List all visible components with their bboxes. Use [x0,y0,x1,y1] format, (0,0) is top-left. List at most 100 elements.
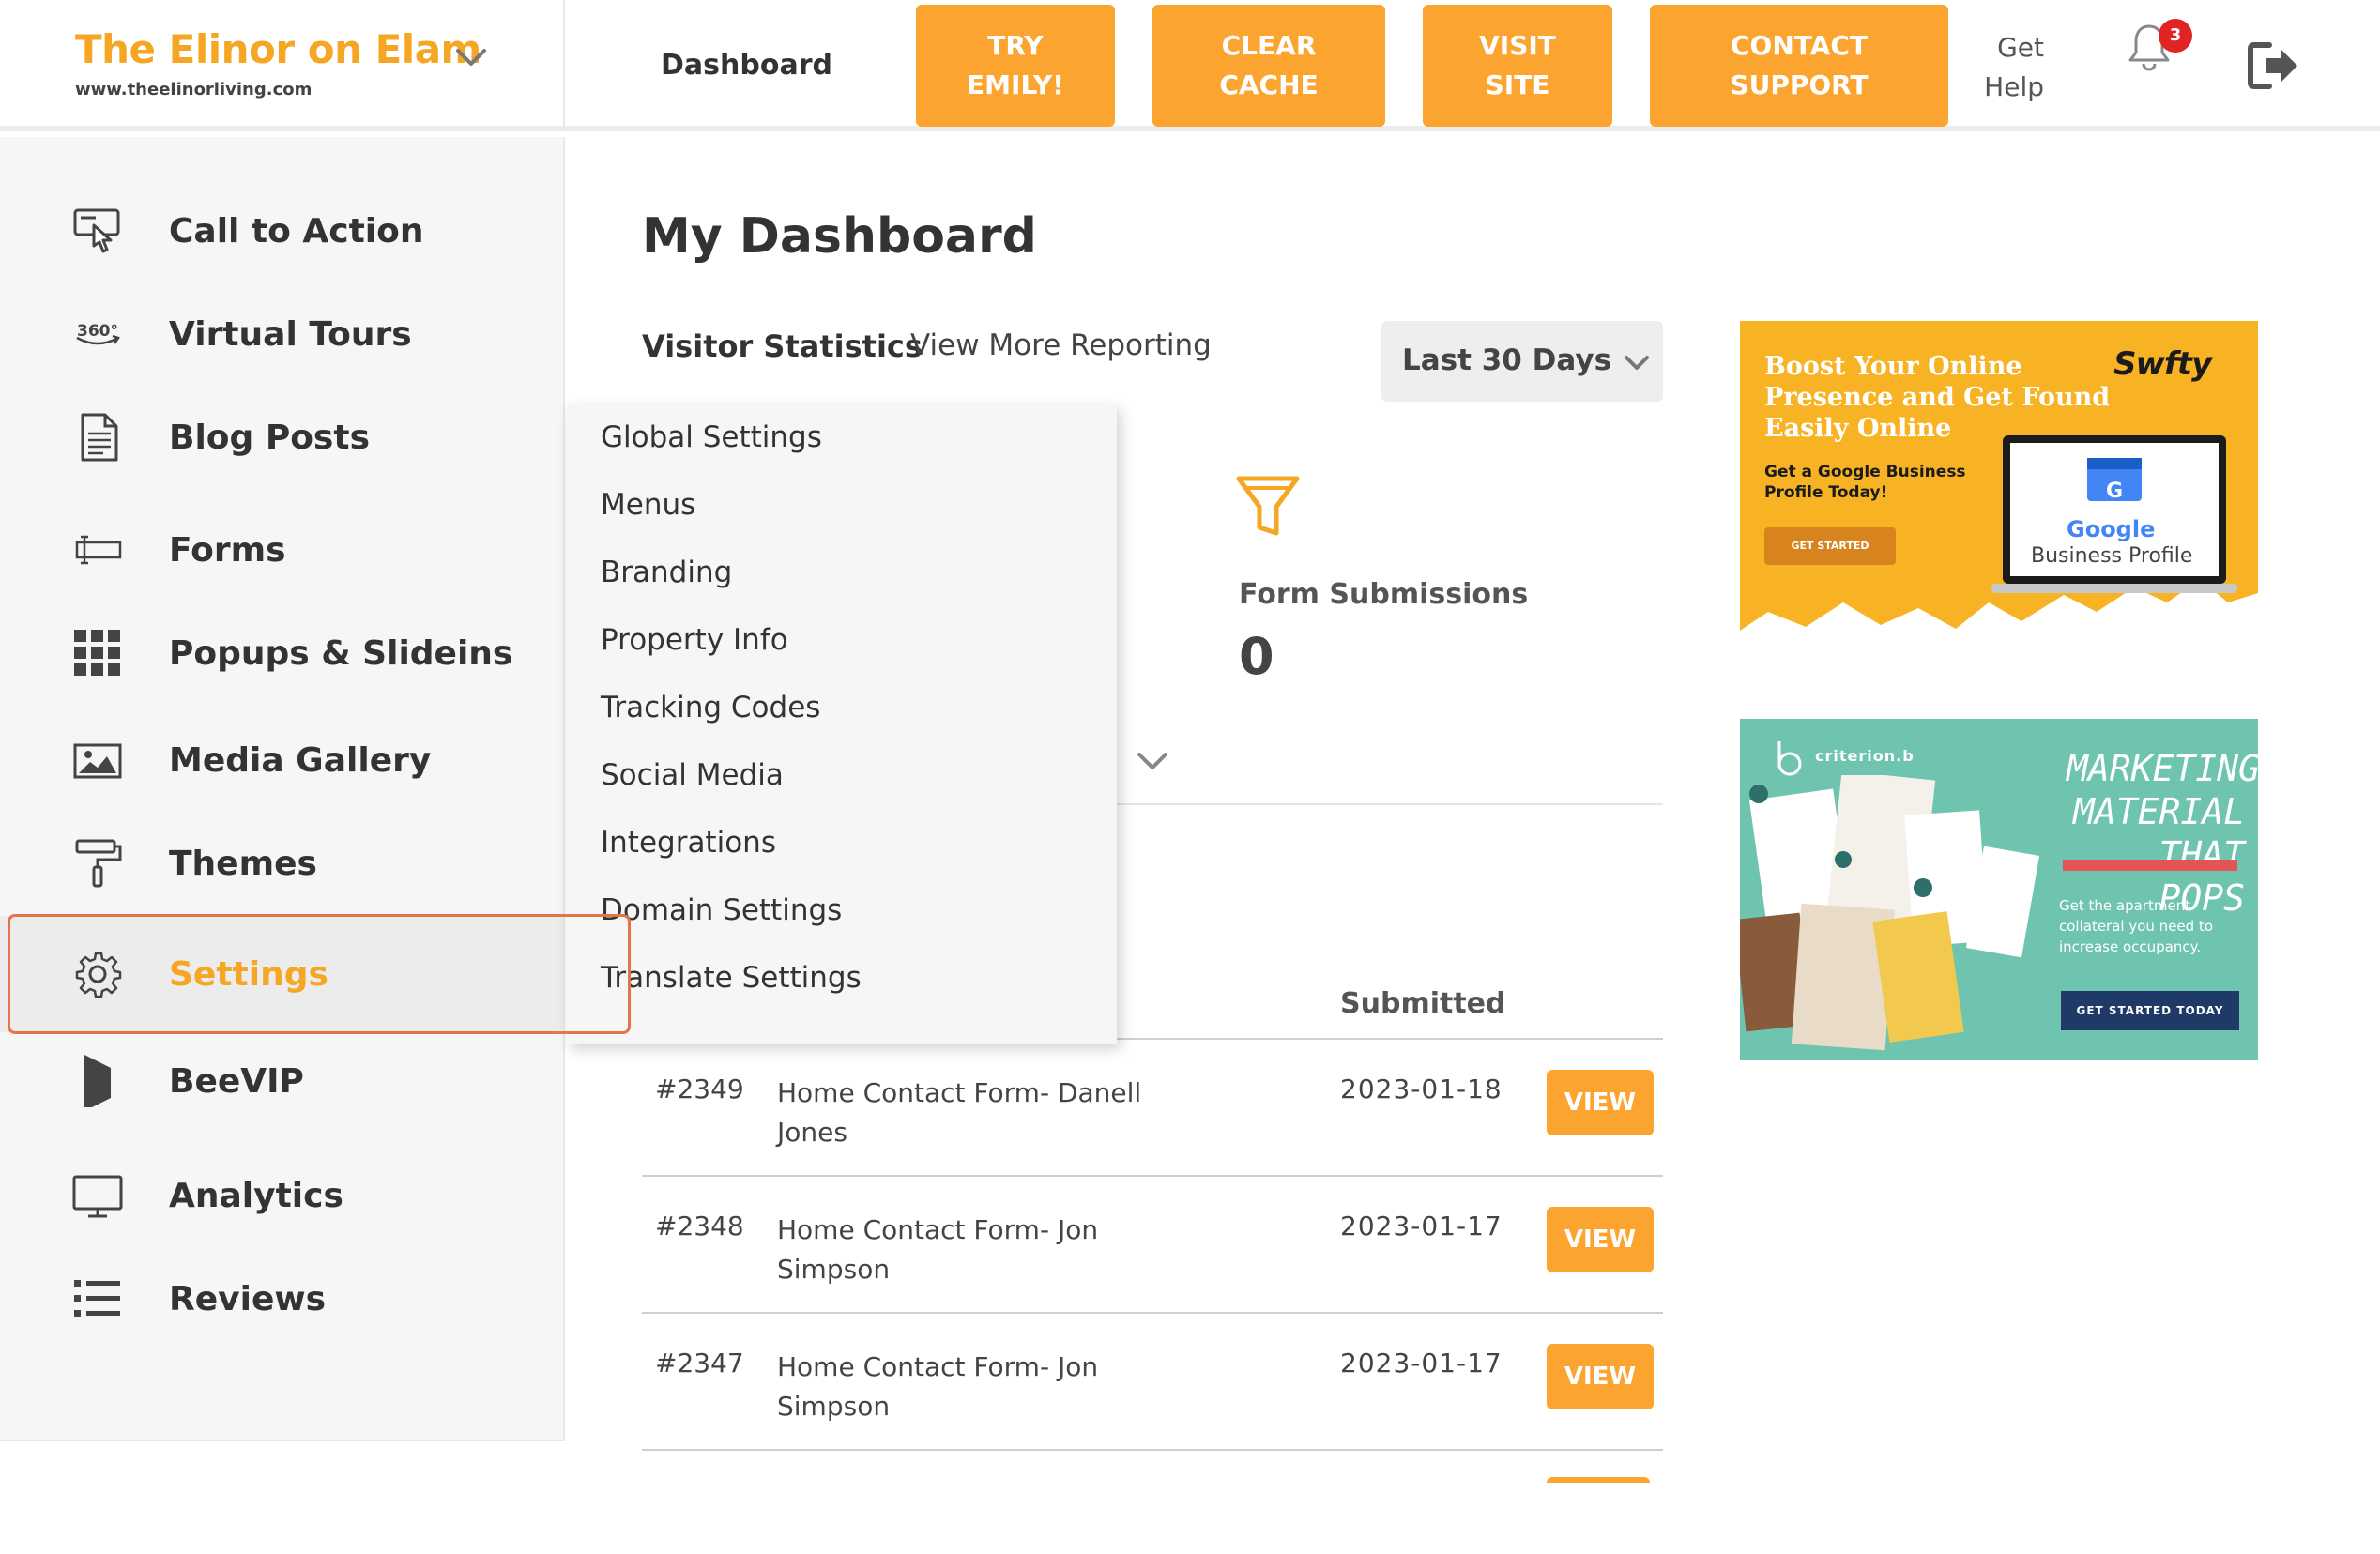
list-icon [74,1280,120,1317]
form-submissions-value: 0 [1239,627,1274,686]
brochure-collage-image [1740,775,2040,1051]
visit-site-button[interactable]: VISIT SITE [1423,5,1612,127]
clear-cache-button[interactable]: CLEAR CACHE [1152,5,1385,127]
sidebar-item-popups[interactable]: Popups & Slideins [0,606,563,700]
settings-submenu: Global Settings Menus Branding Property … [567,404,1117,1044]
sidebar-label: Blog Posts [169,418,370,457]
document-icon [81,413,118,462]
sidebar-item-blog-posts[interactable]: Blog Posts [0,390,563,484]
gear-icon [75,952,122,998]
flag-icon [84,1055,111,1107]
sidebar-label: Themes [169,844,317,883]
sidebar-item-virtual-tours[interactable]: 360° Virtual Tours [0,287,563,381]
sidebar-item-forms[interactable]: Forms [0,503,563,597]
image-icon [73,743,122,779]
funnel-icon [1236,476,1300,536]
nav-dashboard-link[interactable]: Dashboard [661,49,832,82]
sidebar-label: Popups & Slideins [169,633,513,673]
column-header-submitted: Submitted [1340,987,1506,1020]
sidebar-item-analytics[interactable]: Analytics [0,1149,563,1242]
svg-text:G: G [2106,480,2123,503]
sidebar-item-settings[interactable]: Settings [0,916,563,1032]
content-bottom-edge [565,1483,2380,1554]
table-row: #2348 Home Contact Form- Jon Simpson 202… [642,1177,1663,1314]
property-url: www.theelinorliving.com [75,80,313,99]
view-button[interactable]: VIEW [1547,1344,1654,1409]
page-title: My Dashboard [642,208,1037,265]
notification-badge: 3 [2159,19,2192,53]
submission-id: #2347 [655,1348,744,1379]
submission-form-name: Home Contact Form- Jon Simpson [777,1351,1099,1422]
ad-product-name: Business Profile [2031,544,2193,568]
chevron-down-icon[interactable] [452,38,490,75]
chevron-down-icon [1625,356,1649,370]
sidebar-item-call-to-action[interactable]: Call to Action [0,184,563,278]
chevron-down-icon[interactable] [1134,741,1171,779]
grid-icon [74,630,120,676]
date-range-value: Last 30 Days [1402,343,1612,377]
swifty-ad-banner[interactable]: Boost Your Online Presence and Get Found… [1740,321,2258,644]
criterion-logo-icon [1777,741,1802,776]
sidebar-item-media-gallery[interactable]: Media Gallery [0,713,563,807]
svg-text:360°: 360° [77,322,118,341]
visitor-statistics-tab[interactable]: Visitor Statistics [642,328,923,364]
ad-subtext: Get a Google Business Profile Today! [1764,463,1966,502]
submission-form-name: Home Contact Form- Jon Simpson [777,1214,1099,1285]
submission-form-name: Home Contact Form- Danell Jones [777,1077,1142,1148]
pointer-click-icon [73,208,120,253]
ad-get-started-button[interactable]: GET STARTED TODAY [2061,991,2239,1030]
property-switcher[interactable]: The Elinor on Elam www.theelinorliving.c… [0,0,565,131]
ad-get-started-button[interactable]: GET STARTED [1764,527,1896,565]
sidebar-label: Reviews [169,1279,327,1318]
table-row: #2347 Home Contact Form- Jon Simpson 202… [642,1314,1663,1451]
sidebar-label: Virtual Tours [169,314,412,354]
sidebar-label: Settings [169,954,328,994]
monitor-icon [72,1175,123,1218]
property-name: The Elinor on Elam [75,26,481,72]
view-button[interactable]: VIEW [1547,1070,1654,1135]
submenu-item-social-media[interactable]: Social Media [601,758,784,792]
top-bar: The Elinor on Elam www.theelinorliving.c… [0,0,2380,131]
sidebar-item-themes[interactable]: Themes [0,816,563,910]
submenu-item-property-info[interactable]: Property Info [601,623,788,657]
ad-product-brand: Google [2067,516,2156,542]
submenu-item-translate-settings[interactable]: Translate Settings [601,961,862,995]
360-icon: 360° [76,322,120,345]
try-emily-button[interactable]: TRY EMILY! [916,5,1115,127]
ad-brand-logo: criterion.b [1815,747,1915,765]
ad-subtext: Get the apartment collateral you need to… [2059,897,2213,955]
sidebar-divider [0,1440,565,1441]
submenu-item-menus[interactable]: Menus [601,488,695,522]
submission-id: #2348 [655,1211,744,1242]
view-button[interactable]: VIEW [1547,1207,1654,1272]
sidebar-label: Media Gallery [169,740,432,780]
sidebar-label: Forms [169,530,286,570]
sidebar: Call to Action 360° Virtual Tours Blog P… [0,137,565,1441]
ad-headline: MARKETING MATERIAL THAT POPS [2067,748,2258,919]
get-help-link[interactable]: Get Help [1965,28,2044,107]
view-more-reporting-link[interactable]: View More Reporting [910,328,1212,362]
submenu-item-integrations[interactable]: Integrations [601,826,776,860]
sidebar-item-beevip[interactable]: BeeVIP [0,1034,563,1128]
submission-date: 2023-01-17 [1340,1211,1503,1242]
submission-id: #2349 [655,1074,744,1105]
submenu-item-domain-settings[interactable]: Domain Settings [601,893,842,927]
sidebar-label: Analytics [169,1176,343,1215]
text-field-icon [75,535,122,565]
table-row: #2349 Home Contact Form- Danell Jones 20… [642,1040,1663,1177]
sidebar-item-reviews[interactable]: Reviews [0,1252,563,1346]
form-submissions-label: Form Submissions [1239,578,1529,611]
ad-brand-logo: Swfty [2113,345,2212,383]
criterion-ad-banner[interactable]: criterion.b MARKETING MATERIAL THAT POPS… [1740,719,2258,1060]
submenu-item-global-settings[interactable]: Global Settings [601,420,822,454]
contact-support-button[interactable]: CONTACT SUPPORT [1650,5,1948,127]
submenu-item-tracking-codes[interactable]: Tracking Codes [601,691,820,724]
logout-icon[interactable] [2247,41,2301,90]
ad-headline-underline [2063,860,2237,871]
sidebar-label: BeeVIP [169,1061,304,1101]
paint-roller-icon [75,839,122,888]
submenu-item-branding[interactable]: Branding [601,556,732,589]
ad-headline: Boost Your Online Presence and Get Found… [1764,352,2111,443]
date-range-select[interactable]: Last 30 Days [1381,321,1663,402]
sidebar-label: Call to Action [169,211,424,251]
